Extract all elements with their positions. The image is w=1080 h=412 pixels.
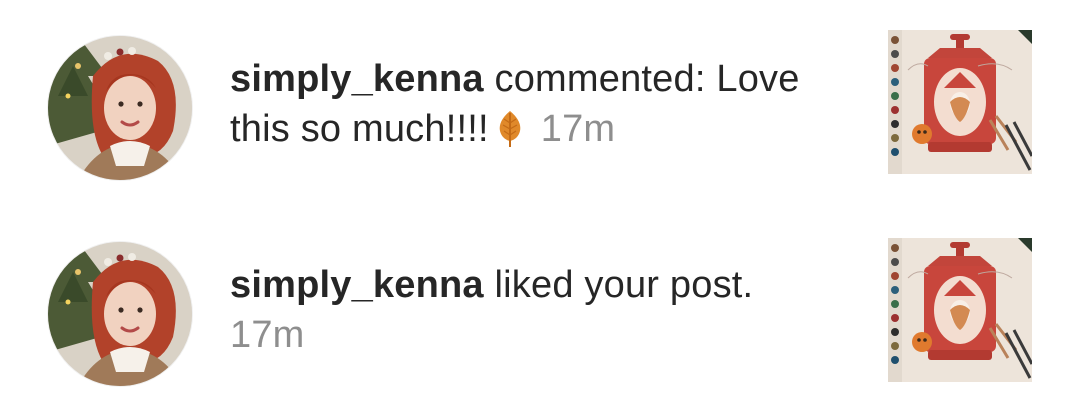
like-text: liked your post.: [494, 264, 754, 306]
user-avatar[interactable]: [48, 36, 192, 180]
post-thumbnail[interactable]: [888, 30, 1032, 174]
timestamp: 17m: [540, 108, 616, 150]
notification-text: simply_kenna commented: Love this so muc…: [230, 54, 850, 154]
maple-leaf-icon: [495, 109, 525, 149]
timestamp: 17m: [230, 314, 305, 356]
notification-text: simply_kenna liked your post. 17m: [230, 260, 850, 360]
notification-item-comment[interactable]: simply_kenna commented: Love this so muc…: [0, 30, 1080, 186]
avatar-image: [48, 242, 192, 386]
post-thumbnail[interactable]: [888, 238, 1032, 382]
username-link[interactable]: simply_kenna: [230, 58, 484, 100]
user-avatar[interactable]: [48, 242, 192, 386]
username-link[interactable]: simply_kenna: [230, 264, 484, 306]
avatar-image: [48, 36, 192, 180]
lantern-artwork-image: [888, 30, 1032, 174]
notification-item-like[interactable]: simply_kenna liked your post. 17m: [0, 238, 1080, 392]
lantern-artwork-image: [888, 238, 1032, 382]
